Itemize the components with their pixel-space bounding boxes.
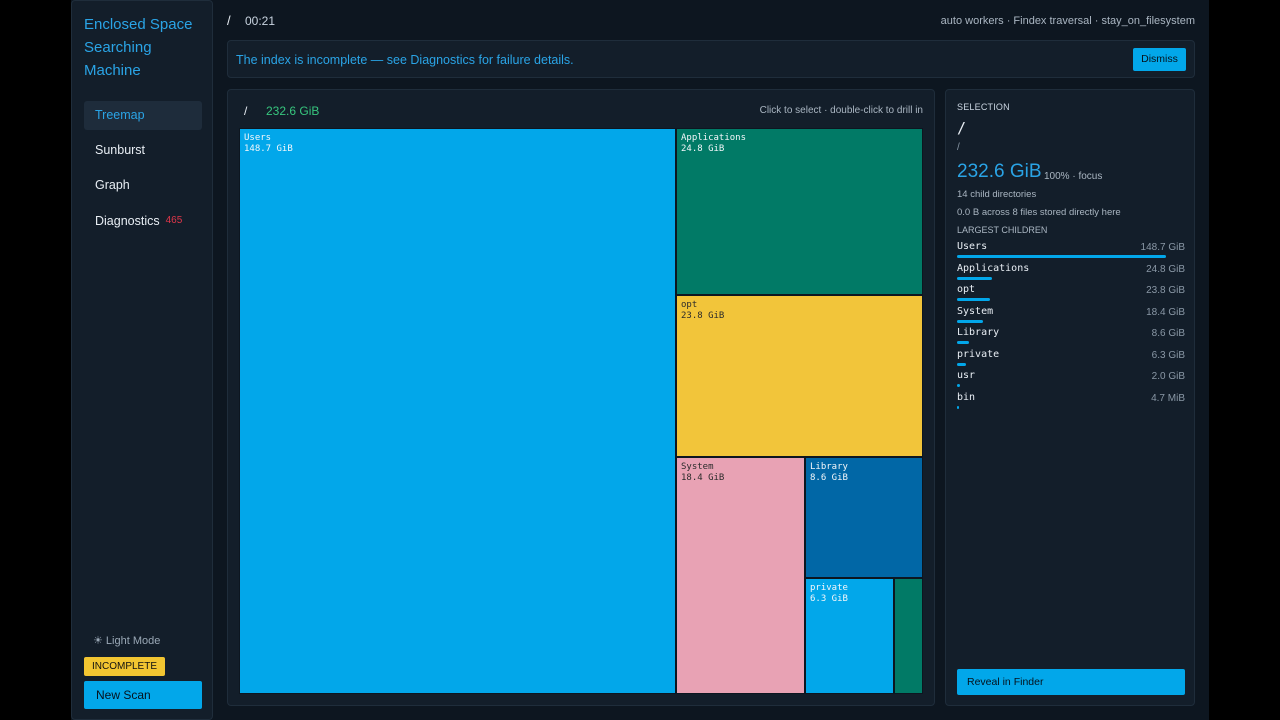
child-row-opt[interactable]: opt 23.8 GiB <box>957 283 1185 305</box>
nav-item-label: Graph <box>95 178 130 192</box>
child-size-bar <box>957 298 990 301</box>
treemap-total-size: 232.6 GiB <box>266 104 320 118</box>
child-row-users[interactable]: Users 148.7 GiB <box>957 240 1185 262</box>
child-size-bar <box>957 384 960 387</box>
child-size: 24.8 GiB <box>1146 263 1185 275</box>
child-name: Library <box>957 327 1000 338</box>
treemap-tile-small[interactable] <box>894 578 923 694</box>
treemap-tile-opt[interactable]: opt 23.8 GiB <box>676 295 923 457</box>
light-mode-toggle[interactable]: ☀ Light Mode <box>93 634 160 647</box>
nav-item-label: Diagnostics <box>95 214 160 228</box>
child-size-bar <box>957 255 1166 258</box>
child-row-library[interactable]: Library 8.6 GiB <box>957 326 1185 348</box>
tile-name: Applications <box>681 133 747 143</box>
child-name: private <box>957 348 1000 360</box>
child-name: bin <box>957 391 976 403</box>
sidebar: Enclosed Space Searching Machine Treemap… <box>71 0 213 720</box>
child-name: opt <box>957 284 976 295</box>
largest-children-list: Users 148.7 GiB Applications 24.8 GiB opt 23.… <box>957 240 1185 412</box>
nav-item-sunburst[interactable]: Sunburst <box>84 136 202 165</box>
treemap-path: / <box>244 104 248 118</box>
selection-path: / <box>957 142 960 153</box>
tile-name: Library <box>810 462 848 472</box>
scan-status-badge: INCOMPLETE <box>84 657 166 676</box>
treemap-tile-applications[interactable]: Applications 24.8 GiB <box>676 128 923 295</box>
child-name: usr <box>957 370 976 381</box>
tile-name: opt <box>681 300 698 310</box>
treemap-hint: Click to select · double-click to drill … <box>759 105 923 116</box>
child-row-bin[interactable]: bin 4.7 MiB <box>957 391 1185 413</box>
child-size: 148.7 GiB <box>1140 242 1185 253</box>
child-size: 2.0 GiB <box>1151 371 1185 382</box>
treemap-header: / 232.6 GiB Click to select · double-cli… <box>228 90 934 128</box>
new-scan-button[interactable]: New Scan <box>84 681 202 709</box>
diagnostics-count-badge: 465 <box>165 215 183 226</box>
child-size: 6.3 GiB <box>1151 349 1185 361</box>
treemap-canvas: Users 148.7 GiB Applications 24.8 GiB op… <box>239 128 923 694</box>
child-size: 4.7 MiB <box>1151 392 1185 404</box>
tile-size: 148.7 GiB <box>244 144 293 154</box>
treemap-tile-system[interactable]: System 18.4 GiB <box>676 457 805 694</box>
tile-size: 23.8 GiB <box>681 311 725 321</box>
sidebar-nav: Treemap Sunburst Graph Diagnostics 465 <box>84 101 202 241</box>
selection-percent: 100% · focus <box>1044 171 1103 182</box>
child-size: 18.4 GiB <box>1146 306 1185 318</box>
banner-message: The index is incomplete — see Diagnostic… <box>236 53 574 67</box>
largest-children-heading: LARGEST CHILDREN <box>957 225 1048 235</box>
tile-size: 6.3 GiB <box>810 594 848 604</box>
child-size-bar <box>957 276 992 280</box>
tile-size: 18.4 GiB <box>681 473 725 483</box>
reveal-in-finder-button[interactable]: Reveal in Finder <box>957 669 1185 695</box>
app-window: Enclosed Space Searching Machine Treemap… <box>71 0 1209 720</box>
elapsed-time: 00:21 <box>245 14 276 28</box>
child-size-bar <box>957 405 959 409</box>
tile-name: Users <box>244 133 272 143</box>
child-name: System <box>957 305 994 317</box>
nav-item-diagnostics[interactable]: Diagnostics 465 <box>84 206 202 235</box>
selection-size: 232.6 GiB <box>957 161 1042 182</box>
child-size-bar <box>957 362 966 366</box>
tile-size: 24.8 GiB <box>681 144 725 154</box>
child-row-private[interactable]: private 6.3 GiB <box>957 348 1185 370</box>
app-title: Enclosed Space Searching Machine <box>84 13 209 82</box>
dismiss-button[interactable]: Dismiss <box>1133 48 1186 71</box>
treemap-tile-private[interactable]: private 6.3 GiB <box>805 578 894 694</box>
child-name: Applications <box>957 262 1030 274</box>
treemap-tile-users[interactable]: Users 148.7 GiB <box>239 128 676 694</box>
selection-panel: SELECTION / / 232.6 GiB 100% · focus 14 … <box>945 89 1195 706</box>
treemap-tile-library[interactable]: Library 8.6 GiB <box>805 457 923 578</box>
tile-name: private <box>810 583 848 593</box>
current-path: / <box>227 13 231 28</box>
direct-files-note: 0.0 B across 8 files stored directly her… <box>957 207 1121 218</box>
child-directory-count: 14 child directories <box>957 189 1037 200</box>
selection-heading: SELECTION <box>957 102 1010 112</box>
child-row-usr[interactable]: usr 2.0 GiB <box>957 369 1185 391</box>
tile-name: System <box>681 462 714 472</box>
child-size: 23.8 GiB <box>1146 285 1185 296</box>
app-title-line: Enclosed Space <box>84 16 193 33</box>
child-row-system[interactable]: System 18.4 GiB <box>957 305 1185 327</box>
child-size-bar <box>957 341 969 344</box>
child-size-bar <box>957 319 983 323</box>
app-title-line: Machine <box>84 62 141 79</box>
tile-size: 8.6 GiB <box>810 473 848 483</box>
nav-item-label: Sunburst <box>95 143 146 157</box>
incomplete-banner: The index is incomplete — see Diagnostic… <box>227 40 1195 78</box>
child-name: Users <box>957 241 988 252</box>
topbar: / 00:21 auto workers · Findex traversal … <box>227 10 1195 32</box>
nav-item-treemap[interactable]: Treemap <box>84 101 202 130</box>
app-title-line: Searching <box>84 39 152 56</box>
child-size: 8.6 GiB <box>1151 328 1185 339</box>
nav-item-label: Treemap <box>95 108 145 122</box>
treemap-panel: / 232.6 GiB Click to select · double-cli… <box>227 89 935 706</box>
selection-name: / <box>957 119 967 137</box>
child-row-applications[interactable]: Applications 24.8 GiB <box>957 262 1185 284</box>
nav-item-graph[interactable]: Graph <box>84 171 202 200</box>
scan-info: auto workers · Findex traversal · stay_o… <box>940 15 1195 27</box>
